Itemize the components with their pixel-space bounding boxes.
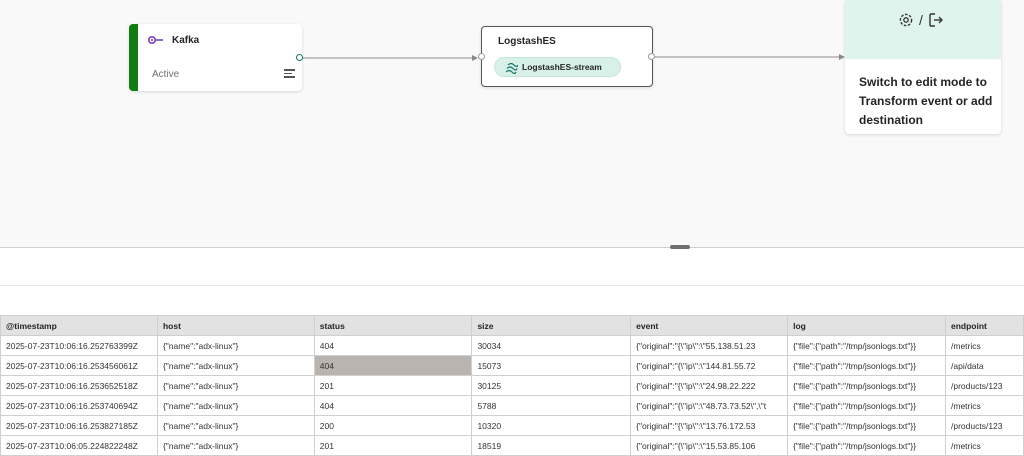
table-cell[interactable]: /products/123 <box>945 415 1024 436</box>
table-cell[interactable]: /metrics <box>945 395 1024 416</box>
table-cell[interactable]: 2025-07-23T10:06:16.253740694Z <box>0 395 158 416</box>
source-status-accent <box>129 24 138 91</box>
column-header[interactable]: event <box>630 315 789 336</box>
splitter-drag-handle[interactable] <box>670 245 690 249</box>
table-cell[interactable]: {"name":"adx-linux"} <box>156 335 315 356</box>
table-row[interactable]: 2025-07-23T10:06:16.253652518Z {"name":"a… <box>0 375 1024 396</box>
stream-input-port[interactable] <box>478 53 485 60</box>
kafka-source-icon <box>147 35 163 45</box>
stream-output-port[interactable] <box>648 53 655 60</box>
table-cell[interactable]: 404 <box>313 395 473 416</box>
table-cell[interactable]: {"file":{"path":"/tmp/jsonlogs.txt"}} <box>787 395 946 416</box>
table-row[interactable]: 2025-07-23T10:06:16.253456061Z {"name":"a… <box>0 355 1024 376</box>
stream-node-title: LogstashES <box>498 36 556 47</box>
column-header[interactable]: size <box>471 315 632 336</box>
table-cell[interactable]: 30125 <box>471 375 632 396</box>
table-cell[interactable]: /api/data <box>945 355 1024 376</box>
table-cell[interactable]: 2025-07-23T10:06:16.253827185Z <box>0 415 158 436</box>
table-cell[interactable]: {"file":{"path":"/tmp/jsonlogs.txt"}} <box>787 355 946 376</box>
destination-hint-text: Switch to edit mode to Transform event o… <box>859 75 993 127</box>
table-cell[interactable]: {"original":"{\"ip\":\"144.81.55.72 <box>630 355 789 376</box>
table-cell[interactable]: {"file":{"path":"/tmp/jsonlogs.txt"}} <box>787 335 946 356</box>
table-cell[interactable]: {"name":"adx-linux"} <box>156 355 315 376</box>
table-cell[interactable]: {"name":"adx-linux"} <box>156 435 315 456</box>
data-preview-grid: @timestamp host status size event log endpoint… <box>0 315 1024 456</box>
source-node-status: Active <box>152 69 180 80</box>
table-cell[interactable]: 30034 <box>471 335 632 356</box>
table-cell[interactable]: 2025-07-23T10:06:05.224822248Z <box>0 435 158 456</box>
table-cell[interactable]: 2025-07-23T10:06:16.252763399Z <box>0 335 158 356</box>
destination-actions-separator: / <box>919 12 923 28</box>
table-cell[interactable]: 18519 <box>471 435 632 456</box>
table-row[interactable]: 2025-07-23T10:06:16.253740694Z {"name":"a… <box>0 395 1024 416</box>
table-cell[interactable]: /metrics <box>945 435 1024 456</box>
table-cell[interactable]: {"original":"{\"ip\":\"55.138.51.23 <box>630 335 789 356</box>
table-cell[interactable]: 201 <box>313 375 473 396</box>
table-cell[interactable]: 200 <box>313 415 473 436</box>
transform-gear-icon[interactable] <box>898 12 914 28</box>
table-row[interactable]: 2025-07-23T10:06:16.252763399Z {"name":"a… <box>0 335 1024 356</box>
table-cell[interactable]: 201 <box>313 435 473 456</box>
pipeline-canvas: Kafka Active LogstashES LogstashES-strea… <box>0 0 1024 247</box>
table-cell[interactable]: 2025-07-23T10:06:16.253652518Z <box>0 375 158 396</box>
stream-chip-label: LogstashES-stream <box>522 62 602 72</box>
exit-destination-icon[interactable] <box>928 12 944 28</box>
stream-chip[interactable]: LogstashES-stream <box>494 57 621 77</box>
stream-icon <box>506 62 518 74</box>
table-header-row: @timestamp host status size event log endpoint <box>0 315 1024 336</box>
table-cell[interactable]: 2025-07-23T10:06:16.253456061Z <box>0 355 158 376</box>
table-cell[interactable]: 404 <box>313 355 473 376</box>
table-cell[interactable]: 5788 <box>471 395 632 416</box>
table-row[interactable]: 2025-07-23T10:06:16.253827185Z {"name":"a… <box>0 415 1024 436</box>
table-cell[interactable]: /metrics <box>945 335 1024 356</box>
source-output-port[interactable] <box>296 54 303 61</box>
data-preview-table: @timestamp host status size event log endpoint… <box>0 315 1024 456</box>
table-cell[interactable]: 10320 <box>471 415 632 436</box>
table-cell[interactable]: {"name":"adx-linux"} <box>156 415 315 436</box>
destination-actions: / <box>898 10 944 30</box>
table-cell[interactable]: {"name":"adx-linux"} <box>156 375 315 396</box>
column-header[interactable]: endpoint <box>945 315 1024 336</box>
pane-splitter[interactable] <box>0 247 1024 248</box>
table-cell[interactable]: {"file":{"path":"/tmp/jsonlogs.txt"}} <box>787 435 946 456</box>
column-header[interactable]: host <box>156 315 315 336</box>
column-header[interactable]: @timestamp <box>0 315 158 336</box>
table-cell[interactable]: {"original":"{\"ip\":\"13.76.172.53 <box>630 415 789 436</box>
column-header[interactable]: log <box>787 315 946 336</box>
table-cell[interactable]: 15073 <box>471 355 632 376</box>
table-cell[interactable]: {"file":{"path":"/tmp/jsonlogs.txt"}} <box>787 375 946 396</box>
table-cell[interactable]: {"name":"adx-linux"} <box>156 395 315 416</box>
table-cell[interactable]: {"original":"{\"ip\":\"48.73.73.52\",\"t <box>630 395 789 416</box>
table-cell[interactable]: {"original":"{\"ip\":\"24.98.22.222 <box>630 375 789 396</box>
table-cell[interactable]: {"file":{"path":"/tmp/jsonlogs.txt"}} <box>787 415 946 436</box>
table-cell[interactable]: /products/123 <box>945 375 1024 396</box>
table-cell[interactable]: 404 <box>313 335 473 356</box>
column-header[interactable]: status <box>313 315 473 336</box>
table-row[interactable]: 2025-07-23T10:06:05.224822248Z {"name":"a… <box>0 435 1024 456</box>
preview-toolbar-divider <box>0 285 1024 286</box>
table-body: 2025-07-23T10:06:16.252763399Z {"name":"a… <box>0 335 1024 456</box>
table-cell[interactable]: {"original":"{\"ip\":\"15.53.85.106 <box>630 435 789 456</box>
source-node-title: Kafka <box>172 35 200 46</box>
source-details-icon[interactable] <box>284 69 296 79</box>
